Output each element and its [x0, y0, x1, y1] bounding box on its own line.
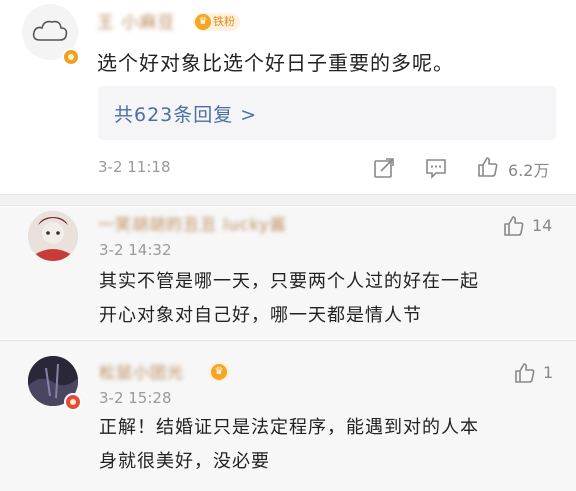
reply-username[interactable]: 一笑胡胡的丑丑 lucky酱 — [98, 211, 287, 235]
view-replies-link[interactable]: 共623条回复 > — [114, 100, 257, 127]
comment-text: 选个好对象比选个好日子重要的多呢。 — [97, 51, 454, 75]
reply-username[interactable]: 松鼠小团光 — [99, 359, 184, 383]
reply-item: 一笑胡胡的丑丑 lucky酱 3-2 14:32 14 其实不管是哪一天，只要两… — [0, 207, 576, 339]
comment-icon[interactable] — [424, 156, 448, 180]
like-count: 14 — [532, 216, 553, 235]
thumbs-up-icon[interactable] — [513, 361, 537, 385]
reply-time: 3-2 14:32 — [99, 241, 172, 259]
avatar-image — [28, 211, 78, 261]
verified-badge-icon — [62, 48, 80, 66]
like-count: 6.2万 — [508, 161, 550, 180]
reply-time: 3-2 15:28 — [99, 389, 172, 407]
reply-text-line: 开心对象对自己好，哪一天都是情人节 — [99, 305, 422, 326]
section-separator — [0, 194, 576, 206]
crown-icon: ♛ — [195, 14, 211, 30]
fan-badge: ♛ 铁粉 — [193, 13, 240, 31]
like-count: 1 — [543, 363, 554, 382]
reply-text-line: 身就很美好，没必要 — [99, 451, 270, 472]
cloud-avatar-image — [32, 20, 68, 41]
reply-text-line: 正解！结婚证只是法定程序，能遇到对的人本 — [99, 417, 479, 438]
share-icon[interactable] — [372, 156, 396, 180]
verified-badge-icon — [64, 393, 82, 411]
comment-time: 3-2 11:18 — [98, 158, 171, 176]
thumbs-up-icon[interactable] — [502, 214, 526, 238]
comment-username[interactable]: 王 小麻豆 — [97, 8, 175, 33]
thumbs-up-icon[interactable] — [476, 155, 500, 179]
reply-item: 松鼠小团光 ♛ 3-2 15:28 1 正解！结婚证只是法定程序，能遇到对的人本… — [0, 341, 576, 491]
reply-summary-box[interactable]: 共623条回复 > — [98, 86, 556, 140]
avatar[interactable] — [28, 211, 78, 261]
fan-badge-label: 铁粉 — [213, 15, 235, 28]
crown-icon: ♛ — [211, 364, 227, 380]
fan-badge: ♛ — [208, 363, 230, 381]
main-comment: 王 小麻豆 ♛ 铁粉 选个好对象比选个好日子重要的多呢。 共623条回复 > 3… — [0, 0, 576, 196]
reply-text-line: 其实不管是哪一天，只要两个人过的好在一起 — [99, 271, 479, 292]
